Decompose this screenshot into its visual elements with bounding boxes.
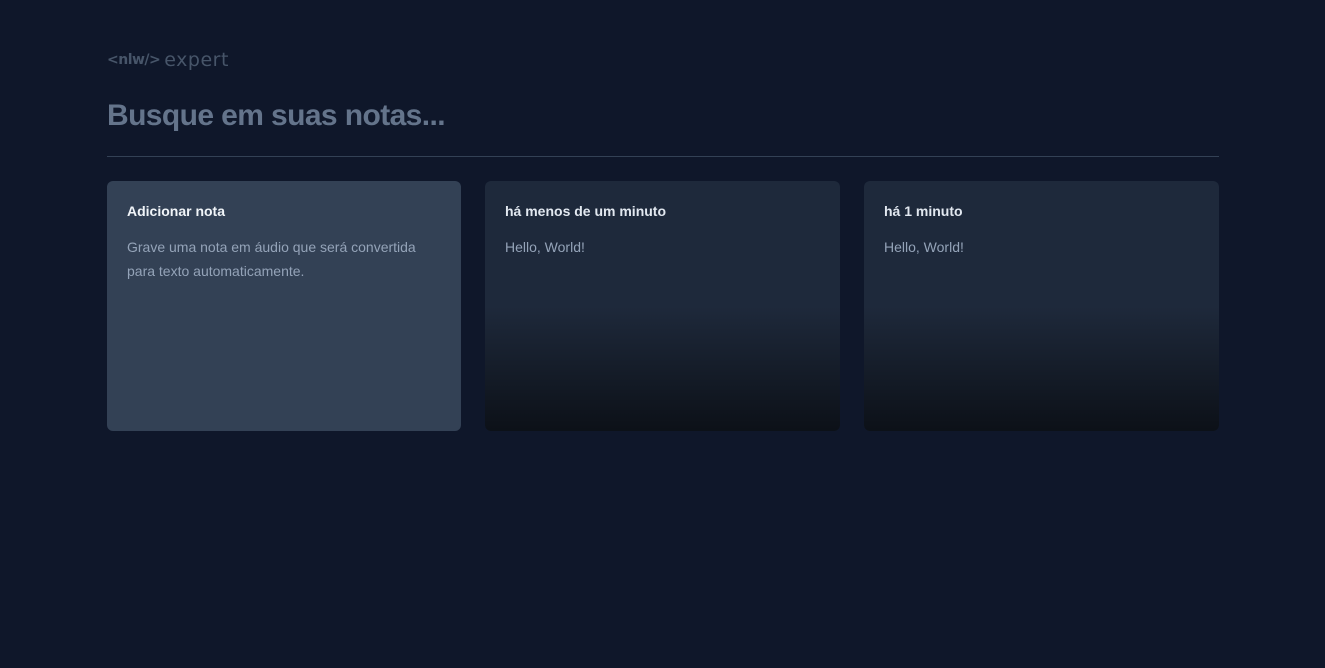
note-card[interactable]: há 1 minuto Hello, World! [864, 181, 1219, 431]
note-fade-overlay [485, 306, 840, 431]
note-content: Hello, World! [884, 239, 964, 255]
notes-grid: Adicionar nota Grave uma nota em áudio q… [107, 181, 1219, 431]
add-note-card[interactable]: Adicionar nota Grave uma nota em áudio q… [107, 181, 461, 431]
logo-product: expert [164, 49, 229, 71]
note-date: há 1 minuto [884, 203, 963, 219]
logo-brand: <nlw/> [107, 52, 161, 68]
nlw-expert-logo: <nlw/> expert [107, 48, 229, 72]
note-content: Hello, World! [505, 239, 585, 255]
search-input[interactable] [107, 94, 1219, 138]
add-note-title: Adicionar nota [127, 203, 226, 219]
add-note-description: Grave uma nota em áudio que será convert… [127, 239, 416, 279]
note-card[interactable]: há menos de um minuto Hello, World! [485, 181, 840, 431]
note-date: há menos de um minuto [505, 203, 667, 219]
note-fade-overlay [864, 306, 1219, 431]
divider [107, 156, 1219, 157]
